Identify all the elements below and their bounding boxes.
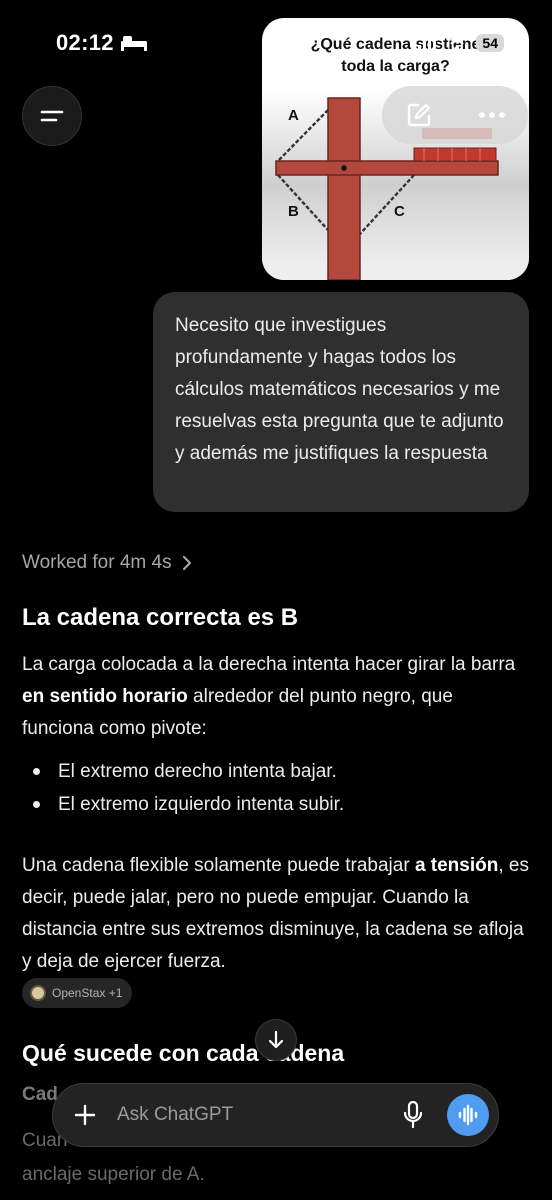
edit-icon	[407, 103, 430, 127]
signal-icon	[418, 36, 437, 50]
citation-chip[interactable]: OpenStax +1	[22, 978, 133, 1008]
attached-image[interactable]: ¿Qué cadena sostiene toda la carga? A B	[262, 18, 529, 280]
answer-bullets: El extremo derecho intenta bajar. El ext…	[22, 755, 527, 821]
user-message: Necesito que investigues profundamente y…	[153, 292, 529, 512]
answer-heading: La cadena correcta es B	[22, 604, 299, 631]
message-input[interactable]	[117, 1104, 393, 1126]
arrow-down-icon	[268, 1030, 284, 1049]
sleep-focus-icon	[121, 36, 147, 51]
answer-paragraph-1: La carga colocada a la derecha intenta h…	[22, 654, 516, 739]
more-button[interactable]	[478, 111, 506, 119]
label-a: A	[288, 107, 299, 124]
mic-icon	[403, 1101, 423, 1129]
label-c: C	[394, 203, 405, 220]
edit-button[interactable]	[405, 101, 433, 129]
answer-paragraph-2: Una cadena flexible solamente puede trab…	[22, 855, 529, 972]
voice-wave-icon	[458, 1104, 478, 1126]
label-b: B	[288, 203, 299, 220]
chevron-right-icon	[182, 555, 191, 571]
scroll-down-button[interactable]	[255, 1019, 297, 1061]
menu-icon	[40, 110, 64, 122]
worked-for-toggle[interactable]: Worked for 4m 4s	[22, 552, 192, 574]
worked-for-label: Worked for 4m 4s	[22, 552, 172, 573]
wifi-icon	[446, 35, 469, 50]
list-item: El extremo izquierdo intenta subir.	[22, 788, 527, 821]
dictate-button[interactable]	[393, 1095, 433, 1135]
status-time: 02:12	[56, 30, 114, 55]
more-icon	[478, 112, 505, 118]
status-indicators: 54	[418, 34, 504, 52]
voice-mode-button[interactable]	[447, 1094, 489, 1136]
composer	[52, 1083, 499, 1147]
battery-indicator: 54	[476, 34, 504, 52]
plus-icon	[74, 1104, 96, 1126]
add-attachment-button[interactable]	[53, 1083, 117, 1147]
list-item: El extremo derecho intenta bajar.	[22, 755, 527, 788]
top-actions	[382, 86, 528, 144]
menu-button[interactable]	[22, 86, 82, 146]
openstax-icon	[30, 985, 46, 1001]
chain-diagram: A B C	[262, 90, 529, 280]
citation-label: OpenStax +1	[52, 986, 123, 1000]
